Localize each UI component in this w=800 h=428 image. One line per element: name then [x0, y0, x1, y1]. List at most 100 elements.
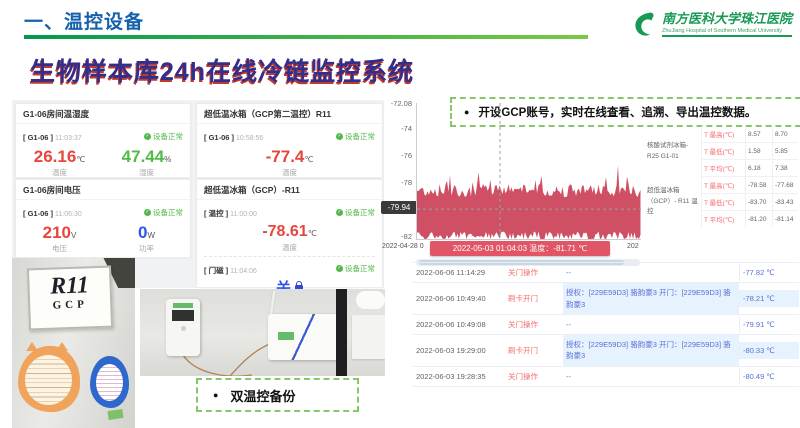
status-ok-icon: ✓ [336, 265, 343, 272]
event-detail: -- [563, 263, 739, 282]
y-axis-marker-badge: -79.94 [381, 201, 417, 214]
photo-monitoring-devices [140, 289, 385, 376]
gateway-device [268, 314, 344, 360]
wall-box [352, 315, 385, 359]
card-title: G1-06房间温湿度 [16, 104, 190, 124]
stat-value: 1.58 [745, 143, 772, 160]
callout-dual-backup: ● 双温控备份 [196, 378, 359, 412]
y-tick: -76 [380, 151, 412, 160]
temperature-value: 26.16 [34, 147, 77, 166]
temperature-logger-device [166, 299, 200, 356]
status-text: 设备正常 [153, 207, 183, 218]
stat-value: -77.68 [772, 177, 798, 194]
device-name: 核酸试剂冰箱-R25 G1-01 [645, 126, 701, 177]
stat-value: -78.58 [745, 177, 772, 194]
humidity-unit: % [164, 155, 171, 164]
log-row[interactable]: 2022-06-06 10:49:08 关门操作 -- -79.91 ℃ [413, 315, 799, 335]
event-time: 2022-06-06 10:49:40 [413, 290, 505, 307]
reading-time: 11:04:06 [230, 268, 257, 275]
sign-text-r11: R11 [29, 272, 110, 301]
event-temperature: -80.49 ℃ [739, 368, 799, 385]
device-tag: [ G1-06 ] [23, 133, 53, 142]
wall-pole [336, 289, 347, 376]
event-time: 2022-06-06 11:14:29 [413, 264, 505, 281]
freezer-label-sign: R11 GCP [27, 266, 113, 331]
power-unit: W [147, 231, 155, 240]
metric-label: 电压 [16, 243, 103, 254]
status-text: 设备正常 [345, 131, 375, 142]
log-row[interactable]: 2022-06-06 10:49:40 刷卡开门 授权：[229E59D3] 骆… [413, 283, 799, 315]
event-detail: 授权：[229E59D3] 骆韵豪3 开门：[229E59D3] 骆韵豪3 [563, 283, 739, 314]
humidity-value: 47.44 [122, 147, 165, 166]
event-action: 刷卡开门 [505, 289, 563, 308]
log-row[interactable]: 2022-06-06 11:14:29 关门操作 -- -77.82 ℃ [413, 263, 799, 283]
x-axis-label-right: 202 [627, 243, 639, 250]
reading-time: 11:00:00 [230, 211, 257, 218]
stat-label: T 最低(℃) [701, 194, 745, 211]
event-action: 关门操作 [505, 263, 563, 282]
event-temperature: -79.91 ℃ [739, 316, 799, 333]
y-tick: -78 [380, 178, 412, 187]
event-time: 2022-06-03 19:29:00 [413, 342, 505, 359]
event-detail: -- [563, 315, 739, 334]
reading-time: 11:06:30 [55, 211, 82, 218]
log-row[interactable]: 2022-06-03 19:29:00 刷卡开门 授权：[229E59D3] 骆… [413, 335, 799, 367]
stat-value: 8.70 [772, 126, 798, 143]
hospital-name-en: ZhuJiang Hospital of Southern Medical Un… [662, 28, 792, 34]
probe-tag: [ 温控 ] [204, 209, 228, 218]
temperature-chart[interactable] [416, 103, 641, 240]
stat-label: T 最高(℃) [701, 126, 745, 143]
section-title: 一、温控设备 [24, 7, 144, 34]
stats-table: 核酸试剂冰箱-R25 G1-01 T 最高(℃) 8.57 8.70 T 最低(… [645, 126, 798, 227]
card-title: 超低温冰箱（GCP第二温控）R11 [197, 104, 382, 124]
metric-label: 湿度 [103, 167, 190, 178]
temperature-unit: ℃ [308, 229, 317, 238]
x-axis-label-left: 2022-04-28 0 [382, 243, 424, 250]
device-tag: [ G1-06 ] [204, 133, 234, 142]
voltage-value: 210 [43, 223, 71, 242]
page-title: 生物样本库24h在线冷链监控系统 [30, 52, 414, 88]
metric-label: 温度 [16, 167, 103, 178]
card-room-voltage: G1-06房间电压 [ G1-06 ]11:06:30 ✓设备正常 210V 电… [15, 179, 191, 258]
card-title: 超低温冰箱（GCP）-R11 [197, 180, 382, 200]
penguin-sticker [90, 356, 129, 408]
hospital-name-cn: 南方医科大学珠江医院 [662, 8, 792, 27]
green-tag-sticker [107, 409, 123, 420]
status-text: 设备正常 [153, 131, 183, 142]
log-row[interactable]: 2022-06-03 19:28:35 关门操作 -- -80.49 ℃ [413, 367, 799, 387]
temperature-unit: ℃ [304, 155, 313, 164]
header-divider [24, 35, 588, 39]
event-action: 刷卡开门 [505, 341, 563, 360]
hospital-logo: 南方医科大学珠江医院 ZhuJiang Hospital of Southern… [630, 8, 792, 37]
card-freezer-gcp: 超低温冰箱（GCP）-R11 [ 温控 ]11:00:00 ✓设备正常 -78.… [196, 179, 383, 288]
event-time: 2022-06-03 19:28:35 [413, 368, 505, 385]
stat-label: T 最低(℃) [701, 143, 745, 160]
card-freezer-second-probe: 超低温冰箱（GCP第二温控）R11 [ G1-06 ]10:58:56 ✓设备正… [196, 103, 383, 178]
door-event-log: 2022-06-06 11:14:29 关门操作 -- -77.82 ℃ 202… [413, 262, 799, 387]
metric-label: 功率 [103, 243, 190, 254]
event-temperature: -80.33 ℃ [739, 342, 799, 359]
event-temperature: -77.82 ℃ [739, 264, 799, 281]
callout-text: 双温控备份 [230, 386, 295, 405]
sign-text-gcp: GCP [30, 298, 110, 313]
reading-time: 11:03:37 [55, 135, 82, 142]
wall-fixture [356, 291, 385, 309]
status-text: 设备正常 [345, 207, 375, 218]
stat-label: T 最高(℃) [701, 177, 745, 194]
device-display [172, 310, 194, 321]
slide: 一、温控设备 南方医科大学珠江医院 ZhuJiang Hospital of S… [0, 0, 800, 428]
y-tick: -74 [380, 124, 412, 133]
status-ok-icon: ✓ [336, 209, 343, 216]
hospital-logo-icon [630, 9, 658, 37]
card-title: G1-06房间电压 [16, 180, 190, 200]
device-tag: [ G1-06 ] [23, 209, 53, 218]
status-ok-icon: ✓ [144, 209, 151, 216]
door-sensor-tag: [ 门磁 ] [204, 266, 228, 275]
event-time: 2022-06-06 10:49:08 [413, 316, 505, 333]
status-ok-icon: ✓ [336, 133, 343, 140]
photo-freezer-door: R11 GCP [12, 258, 135, 428]
stat-value: 6.18 [745, 160, 772, 177]
event-detail: -- [563, 367, 739, 386]
device-name: 超低温冰箱（GCP）- R11 温控 [645, 177, 701, 227]
event-detail: 授权：[229E59D3] 骆韵豪3 开门：[229E59D3] 骆韵豪3 [563, 335, 739, 366]
